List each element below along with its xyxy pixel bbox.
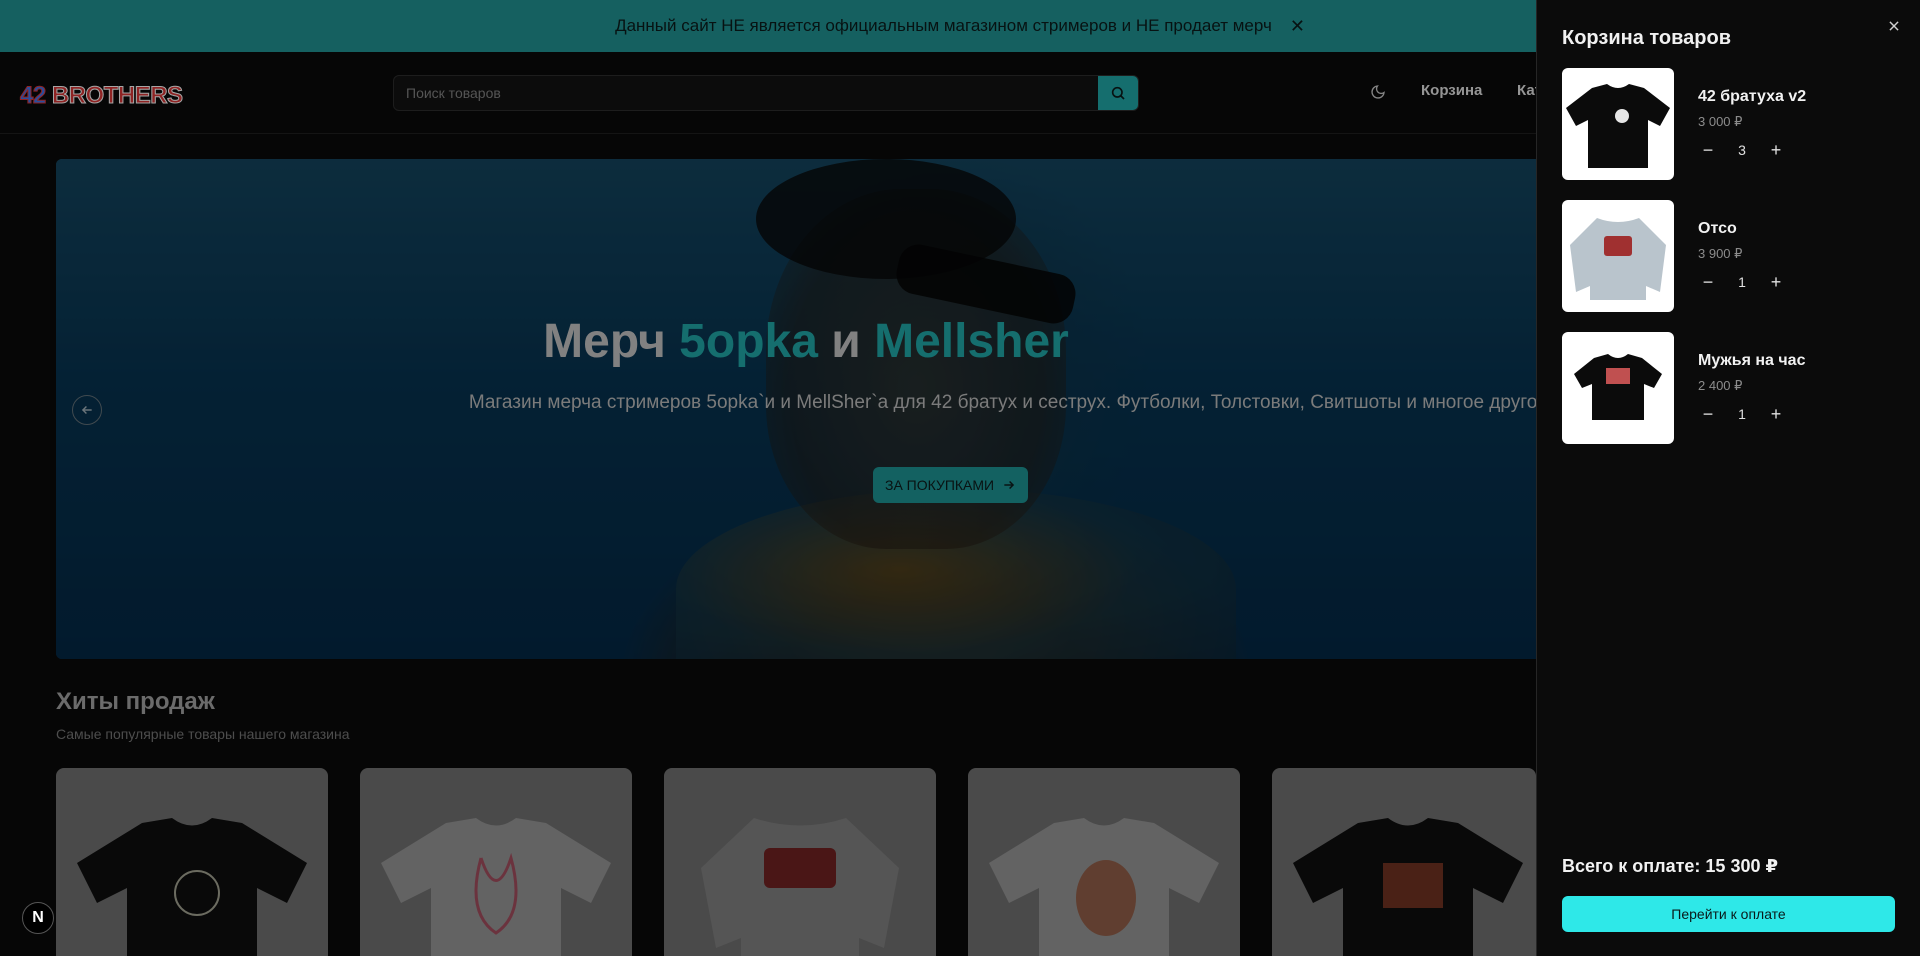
close-banner-icon[interactable]: ✕	[1290, 16, 1305, 37]
hero-subtitle: Магазин мерча стримеров 5opka`и и MellSh…	[468, 392, 1554, 413]
logo-number: 42	[20, 82, 47, 110]
cart-item-image	[1562, 332, 1674, 444]
quantity-value: 1	[1738, 274, 1746, 290]
cart-total: Всего к оплате: 15 300 ₽	[1562, 856, 1778, 876]
cart-item: Мужья на час 2 400 ₽ − 1 +	[1562, 332, 1892, 444]
checkout-button[interactable]: Перейти к оплате	[1562, 896, 1895, 932]
search-button[interactable]	[1098, 76, 1138, 110]
tshirt-image	[77, 818, 307, 956]
cart-item-name: 42 братуха v2	[1698, 88, 1807, 105]
tshirt-image	[1293, 818, 1523, 956]
theme-toggle-icon[interactable]	[1370, 84, 1386, 105]
search-icon	[1111, 86, 1125, 100]
hero-carousel: Мерч 5opka и Mellsher Магазин мерча стри…	[56, 159, 1556, 659]
hero-title: Мерч 5opka и Mellsher	[56, 314, 1556, 369]
hero-title-part2: и	[817, 315, 875, 368]
quantity-stepper: − 1 +	[1698, 404, 1786, 424]
carousel-prev-button[interactable]	[72, 395, 102, 425]
cart-item: 42 братуха v2 3 000 ₽ − 3 +	[1562, 68, 1892, 180]
tshirt-image	[381, 818, 611, 956]
site-logo[interactable]: 42 BROTHERS	[20, 82, 184, 110]
decrease-button[interactable]: −	[1698, 140, 1718, 160]
quantity-stepper: − 1 +	[1698, 272, 1786, 292]
quantity-value: 3	[1738, 142, 1746, 158]
nav-cart[interactable]: Корзина	[1421, 82, 1482, 99]
product-card[interactable]	[968, 768, 1240, 956]
section-title: Хиты продаж	[56, 688, 215, 715]
product-card[interactable]	[56, 768, 328, 956]
product-card[interactable]	[664, 768, 936, 956]
cart-item: Отсо 3 900 ₽ − 1 +	[1562, 200, 1892, 312]
quantity-stepper: − 3 +	[1698, 140, 1786, 160]
cart-drawer: Корзина товаров 42 братуха v2 3 000 ₽ − …	[1536, 0, 1920, 956]
cart-item-name: Отсо	[1698, 220, 1737, 237]
decrease-button[interactable]: −	[1698, 404, 1718, 424]
arrow-right-icon	[1004, 480, 1015, 490]
search-input[interactable]	[394, 76, 1098, 110]
shop-now-label: ЗА ПОКУПКАМИ	[885, 477, 995, 493]
hero-title-accent2: Mellsher	[874, 315, 1069, 368]
decrease-button[interactable]: −	[1698, 272, 1718, 292]
product-card[interactable]	[1272, 768, 1536, 956]
cart-item-price: 2 400 ₽	[1698, 378, 1743, 393]
sweatshirt-image	[701, 818, 899, 956]
search-bar	[393, 75, 1139, 111]
increase-button[interactable]: +	[1766, 140, 1786, 160]
increase-button[interactable]: +	[1766, 404, 1786, 424]
tshirt-image	[989, 818, 1219, 956]
section-subtitle: Самые популярные товары нашего магазина	[56, 726, 350, 742]
product-card[interactable]	[360, 768, 632, 956]
logo-word: BROTHERS	[51, 82, 183, 110]
cart-item-price: 3 000 ₽	[1698, 114, 1743, 129]
cart-item-image	[1562, 68, 1674, 180]
shop-now-button[interactable]: ЗА ПОКУПКАМИ	[873, 467, 1029, 503]
quantity-value: 1	[1738, 406, 1746, 422]
cart-title: Корзина товаров	[1562, 27, 1732, 49]
hero-title-accent1: 5opka	[679, 315, 818, 368]
close-icon[interactable]	[1884, 16, 1904, 36]
cart-item-name: Мужья на час	[1698, 352, 1806, 369]
notice-text: Данный сайт НЕ является официальным мага…	[615, 16, 1272, 35]
arrow-left-icon	[81, 405, 92, 415]
cart-item-price: 3 900 ₽	[1698, 246, 1743, 261]
framework-badge[interactable]: N	[22, 902, 54, 934]
hero-title-part1: Мерч	[543, 315, 680, 368]
increase-button[interactable]: +	[1766, 272, 1786, 292]
cart-item-image	[1562, 200, 1674, 312]
